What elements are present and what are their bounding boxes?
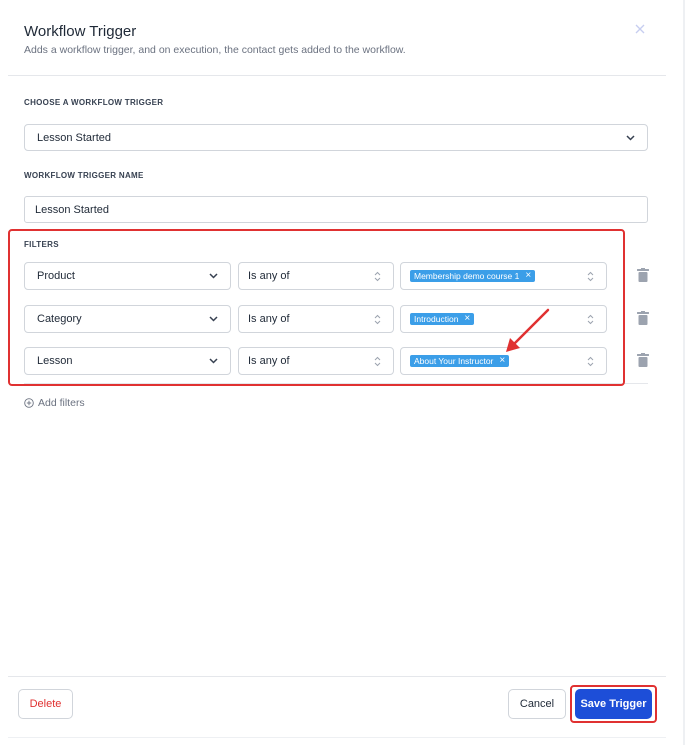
bottom-divider — [8, 737, 666, 738]
add-filters-link[interactable]: Add filters — [24, 397, 85, 409]
delete-button[interactable]: Delete — [18, 689, 73, 719]
panel-edge — [683, 0, 685, 745]
trigger-name-value: Lesson Started — [35, 203, 109, 216]
trigger-select-value: Lesson Started — [37, 131, 111, 144]
trash-icon[interactable] — [637, 311, 649, 325]
close-icon[interactable] — [633, 22, 647, 36]
header-divider — [8, 75, 666, 76]
save-trigger-button[interactable]: Save Trigger — [575, 689, 652, 719]
trash-icon[interactable] — [637, 353, 649, 367]
panel-title: Workflow Trigger — [24, 23, 137, 40]
trigger-select[interactable]: Lesson Started — [24, 124, 648, 151]
trigger-name-input[interactable]: Lesson Started — [24, 196, 648, 223]
chevron-down-icon — [626, 134, 635, 141]
footer-divider — [8, 676, 666, 677]
trigger-name-label: WORKFLOW TRIGGER NAME — [24, 171, 144, 180]
trigger-select-label: CHOOSE A WORKFLOW TRIGGER — [24, 98, 164, 107]
cancel-button[interactable]: Cancel — [508, 689, 566, 719]
panel-subtitle: Adds a workflow trigger, and on executio… — [24, 44, 406, 56]
arrow-annotation-icon — [506, 308, 550, 352]
add-filters-label: Add filters — [38, 397, 85, 409]
trash-icon[interactable] — [637, 268, 649, 282]
plus-circle-icon — [24, 398, 34, 408]
